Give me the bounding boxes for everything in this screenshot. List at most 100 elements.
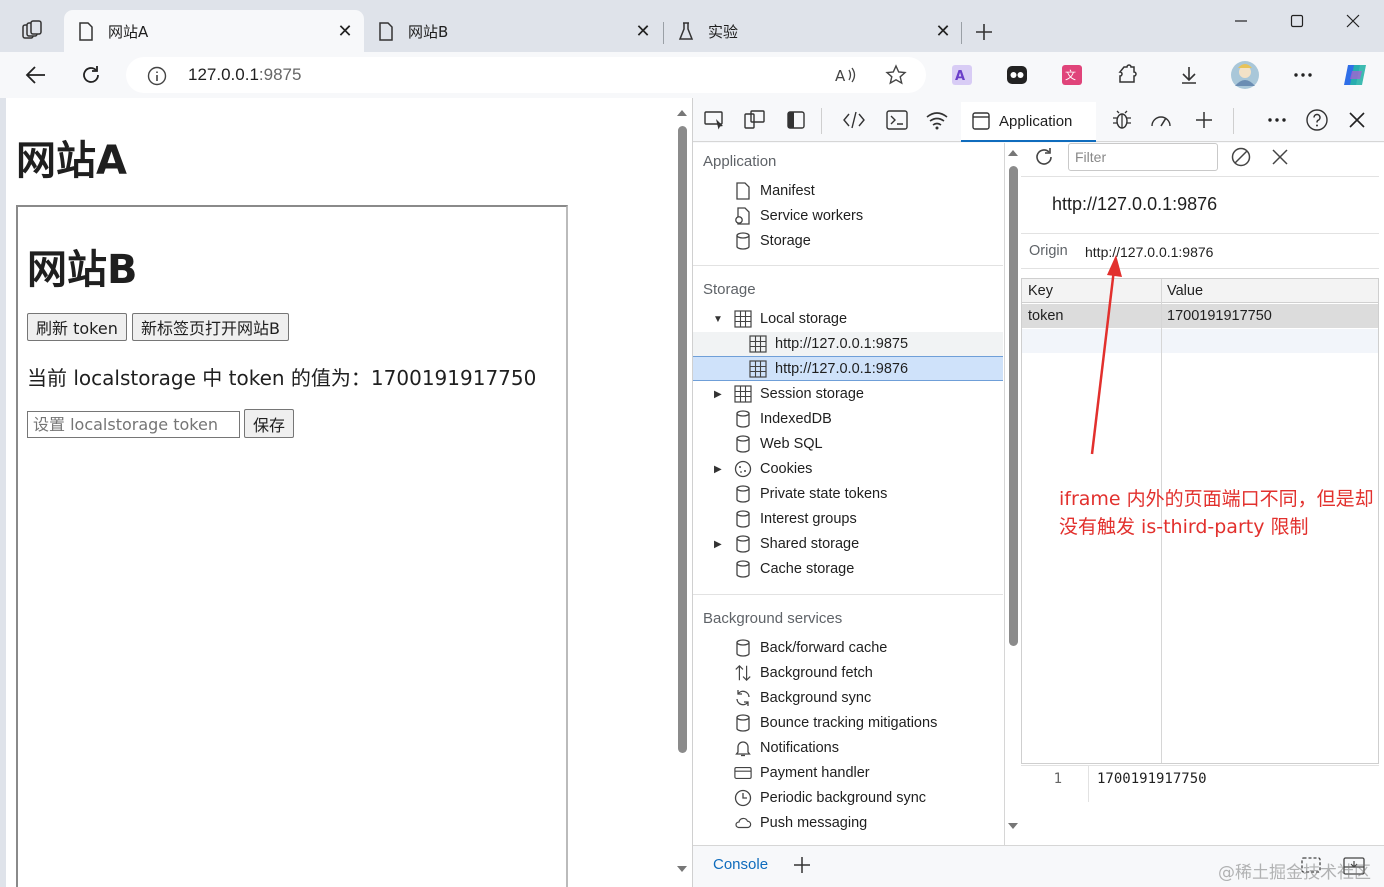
sidebar-item-session-storage[interactable]: ▶ Session storage bbox=[693, 382, 1003, 406]
sidebar-item-storage[interactable]: Storage bbox=[693, 229, 1003, 253]
sidebar-item-origin-9876[interactable]: http://127.0.0.1:9876 bbox=[693, 356, 1003, 381]
device-emulation-icon[interactable] bbox=[741, 107, 769, 133]
profile-avatar[interactable] bbox=[1229, 60, 1261, 90]
performance-icon[interactable] bbox=[1147, 107, 1175, 133]
close-icon[interactable]: ✕ bbox=[932, 20, 954, 42]
expand-right-icon[interactable]: ▶ bbox=[714, 464, 724, 475]
database-icon bbox=[734, 232, 752, 250]
extensions-puzzle-icon[interactable] bbox=[1111, 60, 1143, 90]
sidebar-item-label: Cache storage bbox=[760, 561, 855, 577]
storage-toolbar bbox=[1021, 143, 1379, 177]
table-icon bbox=[749, 359, 767, 378]
tab-site-a[interactable]: 网站A ✕ bbox=[64, 10, 364, 52]
network-tab-icon[interactable] bbox=[923, 107, 951, 133]
info-icon[interactable] bbox=[146, 65, 168, 87]
close-devtools-icon[interactable] bbox=[1343, 107, 1371, 133]
sidebar-item-cookies[interactable]: ▶ Cookies bbox=[693, 457, 1003, 481]
tab-label: 网站A bbox=[108, 22, 149, 41]
scroll-down-arrow-icon[interactable] bbox=[1007, 821, 1019, 831]
console-tab-icon[interactable] bbox=[883, 107, 911, 133]
dock-side-icon[interactable] bbox=[782, 107, 810, 133]
more-tools-plus-icon[interactable] bbox=[1190, 107, 1218, 133]
sidebar-item-local-storage[interactable]: ▼ Local storage bbox=[693, 307, 1003, 331]
devtools-menu-icon[interactable] bbox=[1263, 107, 1291, 133]
preview-value[interactable]: 1700191917750 bbox=[1097, 771, 1207, 787]
back-button[interactable] bbox=[20, 60, 52, 90]
expand-right-icon[interactable]: ▶ bbox=[714, 539, 724, 550]
sidebar-item-background-fetch[interactable]: Background fetch bbox=[693, 661, 1003, 685]
token-input[interactable] bbox=[27, 411, 240, 438]
expand-right-icon[interactable]: ▶ bbox=[714, 389, 724, 400]
cell-value[interactable]: 1700191917750 bbox=[1167, 308, 1272, 324]
filter-input[interactable] bbox=[1068, 143, 1218, 171]
save-button[interactable]: 保存 bbox=[244, 409, 295, 438]
address-bar[interactable]: 127.0.0.1:9875 A bbox=[126, 57, 926, 93]
add-drawer-tab-icon[interactable] bbox=[789, 852, 815, 878]
sidebar-divider bbox=[693, 265, 1003, 266]
table-icon bbox=[734, 310, 752, 328]
read-aloud-icon[interactable]: A bbox=[832, 63, 860, 87]
workspaces-icon[interactable] bbox=[14, 14, 50, 48]
refresh-token-button[interactable]: 刷新 token bbox=[27, 313, 127, 341]
minimize-button[interactable] bbox=[1218, 6, 1264, 36]
favorite-star-icon[interactable] bbox=[882, 63, 910, 87]
scrollbar-thumb[interactable] bbox=[1009, 166, 1018, 646]
sidebar-item-background-sync[interactable]: Background sync bbox=[693, 686, 1003, 710]
copilot-icon[interactable] bbox=[1340, 60, 1372, 90]
translator-extension-icon[interactable]: 文 bbox=[1056, 60, 1088, 90]
close-window-button[interactable] bbox=[1330, 6, 1376, 36]
reload-button[interactable] bbox=[75, 60, 107, 90]
maximize-button[interactable] bbox=[1274, 6, 1320, 36]
elements-tab-icon[interactable] bbox=[840, 107, 868, 133]
grid-header: Key Value bbox=[1022, 279, 1378, 303]
clear-all-icon[interactable] bbox=[1230, 146, 1252, 173]
drawer-tab-console[interactable]: Console bbox=[713, 856, 768, 873]
translate-extension-icon[interactable]: A bbox=[946, 60, 978, 90]
tab-experiment[interactable]: 实验 ✕ bbox=[664, 10, 962, 52]
close-icon[interactable]: ✕ bbox=[334, 20, 356, 42]
sidebar-item-periodic-sync[interactable]: Periodic background sync bbox=[693, 786, 1003, 810]
new-tab-button[interactable] bbox=[970, 18, 998, 46]
scroll-up-arrow-icon[interactable] bbox=[1007, 148, 1019, 158]
sidebar-item-origin-9875[interactable]: http://127.0.0.1:9875 bbox=[693, 332, 1003, 356]
devtools-panel: Application Application Manifest Service… bbox=[692, 98, 1384, 887]
sidebar-item-notifications[interactable]: Notifications bbox=[693, 736, 1003, 760]
sidebar-item-payment-handler[interactable]: Payment handler bbox=[693, 761, 1003, 785]
sidebar-item-label: http://127.0.0.1:9876 bbox=[775, 360, 909, 377]
column-header-key[interactable]: Key bbox=[1028, 283, 1053, 299]
scroll-down-arrow-icon[interactable] bbox=[676, 864, 688, 874]
more-menu-icon[interactable] bbox=[1287, 60, 1319, 90]
open-site-b-button[interactable]: 新标签页打开网站B bbox=[132, 313, 289, 341]
bug-icon[interactable] bbox=[1108, 107, 1136, 133]
refresh-icon[interactable] bbox=[1033, 146, 1055, 173]
sidebar-item-service-workers[interactable]: Service workers bbox=[693, 204, 1003, 228]
url-text[interactable]: 127.0.0.1:9875 bbox=[188, 65, 301, 85]
sidebar-item-manifest[interactable]: Manifest bbox=[693, 179, 1003, 203]
delete-selected-icon[interactable] bbox=[1271, 148, 1289, 171]
toolbar-divider bbox=[821, 108, 822, 134]
sidebar-item-back-forward-cache[interactable]: Back/forward cache bbox=[693, 636, 1003, 660]
scroll-up-arrow-icon[interactable] bbox=[676, 108, 688, 118]
sidebar-item-indexeddb[interactable]: IndexedDB bbox=[693, 407, 1003, 431]
cell-key[interactable]: token bbox=[1028, 308, 1063, 324]
page-scrollbar[interactable] bbox=[676, 98, 692, 887]
scrollbar-thumb[interactable] bbox=[678, 126, 687, 753]
sidebar-item-private-state-tokens[interactable]: Private state tokens bbox=[693, 482, 1003, 506]
tab-site-b[interactable]: 网站B ✕ bbox=[364, 10, 662, 52]
close-icon[interactable]: ✕ bbox=[632, 20, 654, 42]
column-header-value[interactable]: Value bbox=[1167, 283, 1203, 299]
expand-down-icon[interactable]: ▼ bbox=[713, 314, 723, 325]
sidebar-item-bounce-tracking[interactable]: Bounce tracking mitigations bbox=[693, 711, 1003, 735]
sidebar-item-cache-storage[interactable]: Cache storage bbox=[693, 557, 1003, 581]
downloads-icon[interactable] bbox=[1173, 60, 1205, 90]
sidebar-item-push-messaging[interactable]: Push messaging bbox=[693, 811, 1003, 835]
sidebar-item-web-sql[interactable]: Web SQL bbox=[693, 432, 1003, 456]
sidebar-item-shared-storage[interactable]: ▶ Shared storage bbox=[693, 532, 1003, 556]
sidebar-item-interest-groups[interactable]: Interest groups bbox=[693, 507, 1003, 531]
inspect-element-icon[interactable] bbox=[701, 107, 729, 133]
table-row[interactable]: token 1700191917750 bbox=[1022, 304, 1378, 328]
help-icon[interactable] bbox=[1303, 107, 1331, 133]
tab-application[interactable]: Application bbox=[961, 102, 1096, 142]
sidebar-scrollbar[interactable] bbox=[1005, 143, 1021, 845]
extension-icon[interactable] bbox=[1001, 60, 1033, 90]
